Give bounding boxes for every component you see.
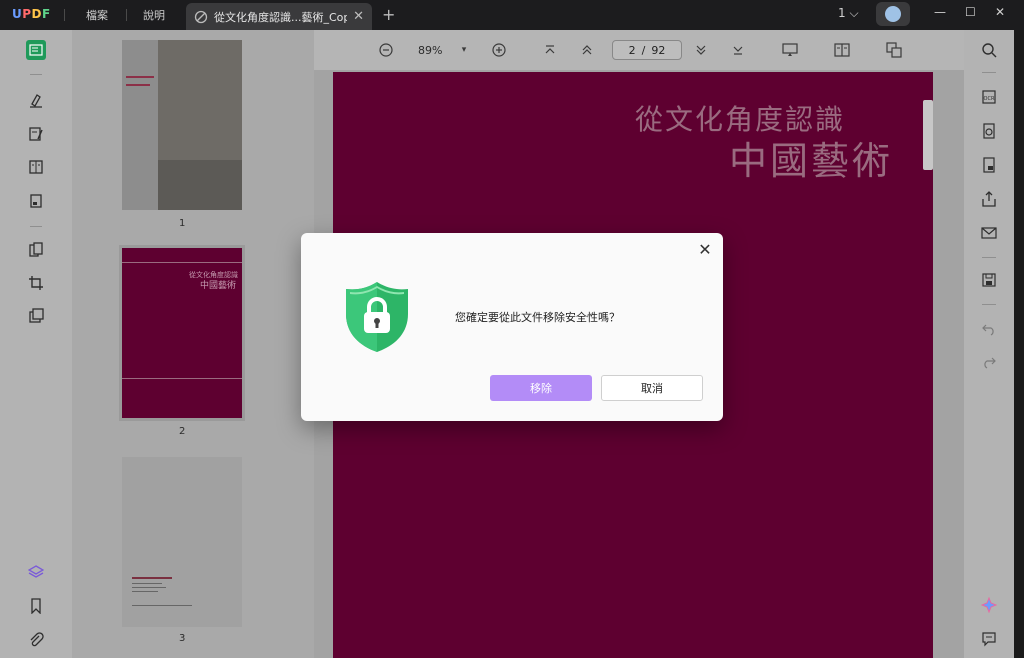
thumbnail-page-2[interactable]: 從文化角度認識 中國藝術: [119, 245, 245, 421]
divider: [30, 226, 42, 227]
avatar: [885, 6, 901, 22]
redo-icon[interactable]: [980, 353, 998, 371]
undo-icon[interactable]: [980, 320, 998, 338]
zoom-level[interactable]: 89%: [418, 44, 442, 57]
layers-icon[interactable]: [26, 562, 46, 582]
left-toolbar: [0, 30, 72, 658]
unlink-icon: [194, 10, 208, 23]
right-toolbar: OCR: [964, 30, 1014, 658]
divider: [126, 9, 127, 21]
share-icon[interactable]: [980, 190, 998, 208]
protect-icon[interactable]: [980, 156, 998, 174]
translate-icon[interactable]: [886, 42, 902, 58]
divider: [30, 74, 42, 75]
document-tab-label: 從文化角度認識...藝術_Copy: [214, 10, 348, 24]
minimize-button[interactable]: —: [934, 5, 946, 19]
previous-page-icon[interactable]: [579, 42, 595, 58]
window-count-dropdown[interactable]: 1 ⌵: [838, 6, 859, 21]
dialog-close-icon[interactable]: ✕: [697, 240, 713, 259]
last-page-icon[interactable]: [730, 42, 746, 58]
search-icon[interactable]: [980, 41, 998, 59]
current-page: 2: [628, 43, 636, 57]
page-number-input[interactable]: 2 / 92: [612, 40, 682, 60]
chevron-down-icon: ⌵: [849, 6, 859, 20]
divider: [64, 9, 65, 21]
updf-logo: UPDF: [12, 7, 51, 21]
remove-security-dialog: ✕ 您確定要從此文件移除安全性嗎？ 移除 取消: [301, 233, 723, 421]
cancel-button[interactable]: 取消: [601, 375, 703, 401]
bookmark-icon[interactable]: [26, 596, 46, 616]
svg-text:OCR: OCR: [984, 96, 995, 102]
ocr-icon[interactable]: OCR: [980, 88, 998, 106]
new-tab-button[interactable]: +: [382, 5, 395, 24]
first-page-icon[interactable]: [542, 42, 558, 58]
thumbnail-panel: 1 從文化角度認識 中國藝術 2 3: [72, 30, 314, 658]
dialog-message: 您確定要從此文件移除安全性嗎？: [455, 311, 620, 324]
tab-close-icon[interactable]: ✕: [353, 9, 364, 24]
divider: [982, 304, 996, 305]
maximize-button[interactable]: ☐: [965, 5, 976, 19]
convert-icon[interactable]: [980, 122, 998, 140]
close-window-button[interactable]: ✕: [995, 5, 1005, 19]
thumbnail-number: 2: [179, 426, 186, 437]
vertical-scrollbar[interactable]: [923, 100, 933, 170]
form-icon[interactable]: [26, 191, 46, 211]
document-tab[interactable]: 從文化角度認識...藝術_Copy ✕: [186, 3, 372, 30]
menu-help[interactable]: 說明: [143, 7, 165, 23]
thumbnail-number: 1: [179, 218, 186, 229]
zoom-out-icon[interactable]: [378, 42, 394, 58]
page-display-icon[interactable]: [834, 42, 850, 58]
divider: [982, 257, 996, 258]
presentation-icon[interactable]: [782, 42, 798, 58]
menu-file[interactable]: 檔案: [86, 7, 108, 23]
thumbnail-page-1[interactable]: [122, 40, 242, 210]
page-title-line-2: 中國藝術: [728, 139, 893, 183]
window-edge: [1014, 30, 1024, 658]
organize-pages-icon[interactable]: [26, 240, 46, 260]
total-pages: 92: [651, 43, 666, 57]
highlighter-icon[interactable]: [26, 90, 46, 110]
page-organize-icon[interactable]: [26, 157, 46, 177]
zoom-dropdown-icon[interactable]: ▾: [456, 42, 472, 58]
divider: [982, 72, 996, 73]
remove-button[interactable]: 移除: [490, 375, 592, 401]
thumbnail-number: 3: [179, 633, 186, 644]
thumbnail-page-3[interactable]: [122, 457, 242, 627]
crop-icon[interactable]: [26, 273, 46, 293]
user-avatar-button[interactable]: [876, 2, 910, 26]
attachment-icon[interactable]: [26, 630, 46, 650]
zoom-in-icon[interactable]: [491, 42, 507, 58]
email-icon[interactable]: [980, 224, 998, 242]
shield-lock-icon: [346, 282, 408, 352]
ai-assistant-icon[interactable]: [980, 596, 998, 614]
batch-icon[interactable]: [26, 306, 46, 326]
reader-mode-icon[interactable]: [26, 40, 46, 60]
next-page-icon[interactable]: [693, 42, 709, 58]
document-toolbar: 89% ▾ 2 / 92: [314, 30, 964, 70]
title-bar: UPDF 檔案 說明 從文化角度認識...藝術_Copy ✕ + 1 ⌵ — ☐…: [0, 0, 1024, 30]
save-icon[interactable]: [980, 271, 998, 289]
comment-icon[interactable]: [980, 630, 998, 648]
edit-text-icon[interactable]: [26, 124, 46, 144]
